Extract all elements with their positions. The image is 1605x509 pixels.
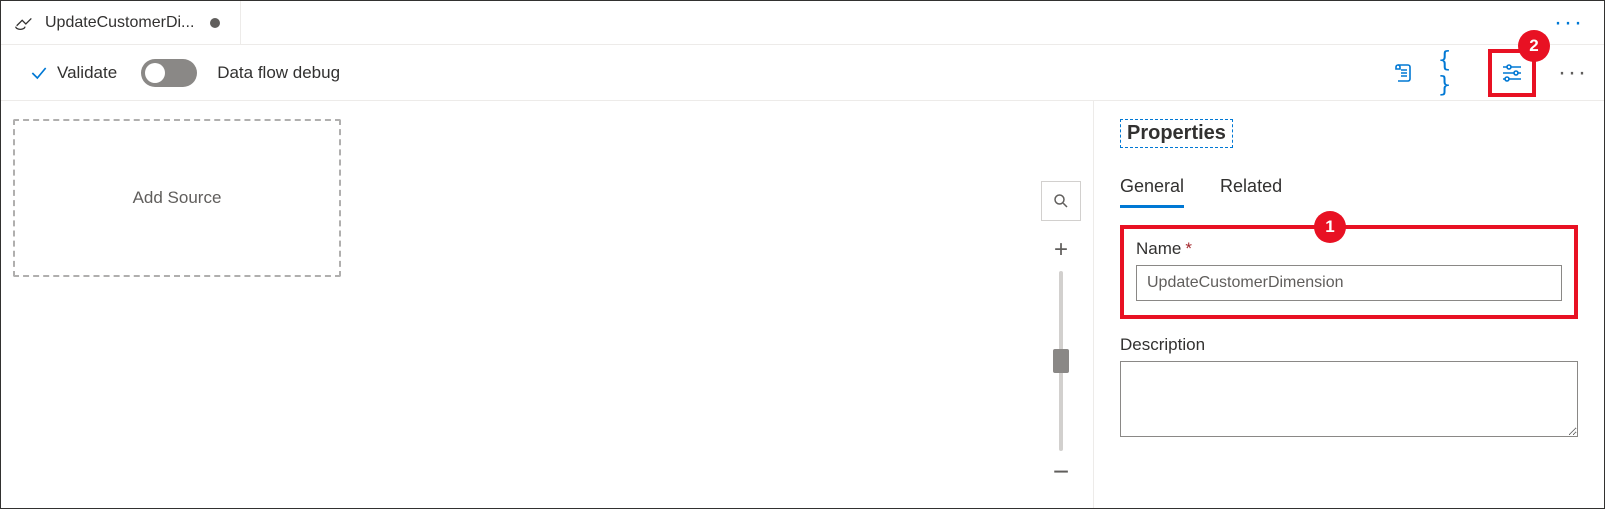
toolbar-right: { } 2 ··· xyxy=(1388,49,1592,97)
main: Add Source + − Properties General Relate… xyxy=(1,101,1604,508)
add-source-label: Add Source xyxy=(133,188,222,208)
callout-badge-2: 2 xyxy=(1518,30,1550,62)
dataflow-icon xyxy=(13,12,35,34)
name-input[interactable] xyxy=(1136,265,1562,301)
braces-icon: { } xyxy=(1438,48,1470,98)
toolbar: Validate Data flow debug { } 2 ··· xyxy=(1,45,1604,101)
toolbar-overflow-button[interactable]: ··· xyxy=(1554,59,1592,87)
validate-button[interactable]: Validate xyxy=(23,57,123,89)
add-source-button[interactable]: Add Source xyxy=(13,119,341,277)
debug-toggle-label: Data flow debug xyxy=(217,63,340,83)
zoom-slider-thumb[interactable] xyxy=(1053,349,1069,373)
unsaved-indicator-icon xyxy=(210,18,220,28)
required-indicator: * xyxy=(1185,239,1192,258)
code-button[interactable]: { } xyxy=(1438,57,1470,89)
check-icon xyxy=(29,63,49,83)
callout-badge-1: 1 xyxy=(1314,211,1346,243)
tab-header: UpdateCustomerDi... ··· xyxy=(1,1,1604,45)
canvas[interactable]: Add Source + − xyxy=(1,101,1094,508)
tab-title: UpdateCustomerDi... xyxy=(45,14,194,32)
sliders-icon xyxy=(1500,61,1524,85)
minus-icon: − xyxy=(1053,456,1069,488)
zoom-slider[interactable] xyxy=(1059,271,1063,451)
description-input[interactable] xyxy=(1120,361,1578,437)
editor-tab[interactable]: UpdateCustomerDi... xyxy=(1,1,241,44)
properties-panel: Properties General Related 1 Name* Descr… xyxy=(1094,101,1604,508)
scroll-icon xyxy=(1392,61,1416,85)
name-label: Name* xyxy=(1136,239,1562,259)
validate-label: Validate xyxy=(57,63,117,83)
script-button[interactable] xyxy=(1388,57,1420,89)
tab-general[interactable]: General xyxy=(1120,176,1184,208)
panel-tabs: General Related xyxy=(1120,176,1578,209)
name-label-text: Name xyxy=(1136,239,1181,258)
zoom-in-button[interactable]: + xyxy=(1041,235,1081,265)
tab-overflow-button[interactable]: ··· xyxy=(1534,9,1604,37)
properties-toggle-button[interactable] xyxy=(1496,57,1528,89)
search-icon xyxy=(1052,192,1070,210)
panel-title: Properties xyxy=(1120,119,1233,148)
tab-related[interactable]: Related xyxy=(1220,176,1282,208)
debug-toggle[interactable] xyxy=(141,59,197,87)
name-section-highlight: 1 Name* xyxy=(1120,225,1578,319)
settings-highlight: 2 xyxy=(1488,49,1536,97)
plus-icon: + xyxy=(1054,236,1068,264)
zoom-out-button[interactable]: − xyxy=(1041,457,1081,487)
canvas-controls: + − xyxy=(1041,181,1081,487)
fit-zoom-button[interactable] xyxy=(1041,181,1081,221)
description-label: Description xyxy=(1120,335,1578,355)
